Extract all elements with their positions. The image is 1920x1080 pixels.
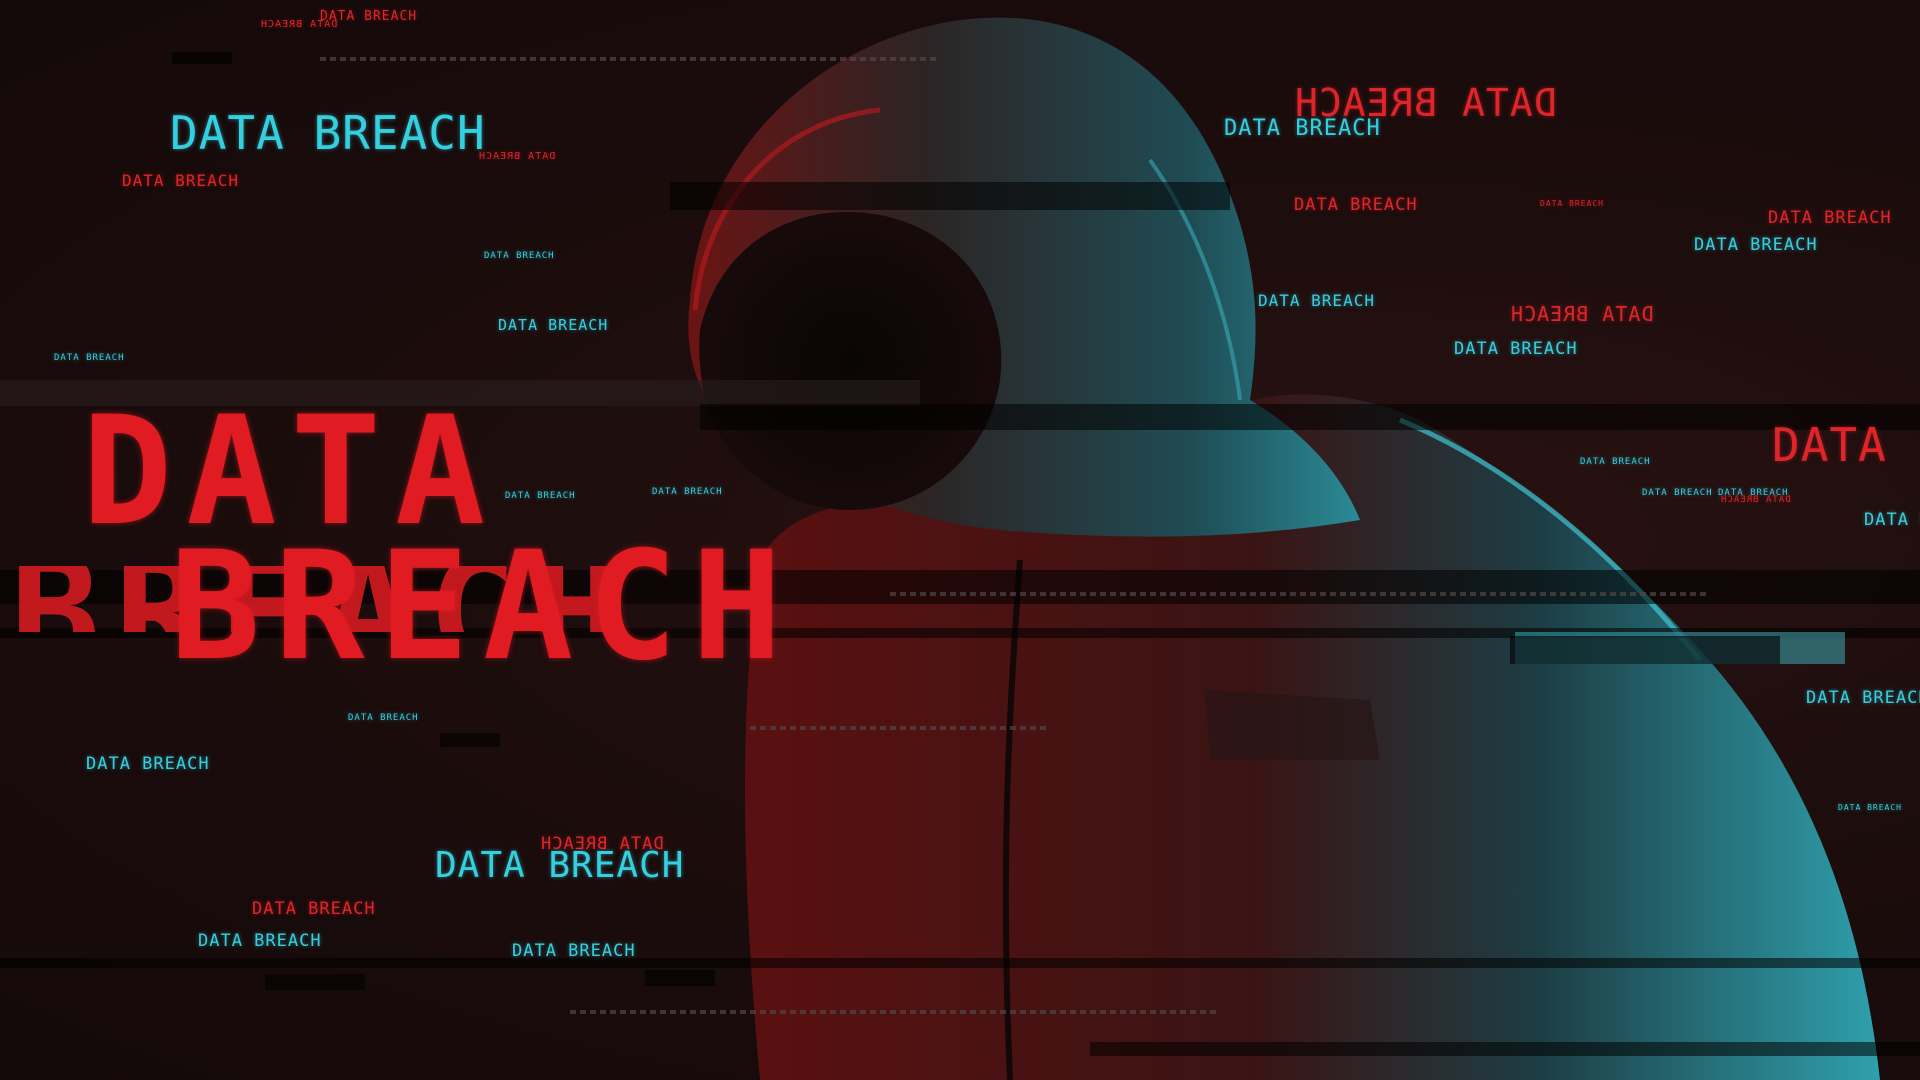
floating-label: DATA xyxy=(1772,418,1887,472)
floating-label: DATA BREACH xyxy=(170,106,486,160)
floating-label: DATA BREACH xyxy=(252,899,376,919)
floating-label: DATA BREACH xyxy=(54,353,125,363)
floating-label: DATA BREACH xyxy=(498,316,609,334)
floating-label: DATA BREACH xyxy=(505,491,576,501)
floating-label: DATA BREACH xyxy=(478,151,556,162)
glitch-bar xyxy=(1510,636,1780,664)
floating-label: DATA BREACH xyxy=(260,19,338,30)
glitch-bar xyxy=(1090,1042,1920,1056)
glitch-bar xyxy=(0,958,1920,968)
floating-label: DATA BREACH xyxy=(1580,457,1651,467)
floating-label: DATA BREACH xyxy=(86,754,210,774)
floating-label: DATA BREACH xyxy=(652,487,723,497)
glitch-dash-line xyxy=(890,592,1710,596)
glitch-dash-line xyxy=(320,57,940,61)
data-breach-scene: DATA BREACH BREACH DATA BREACH DATA BREA… xyxy=(0,0,1920,1080)
floating-label: DATA BREACH xyxy=(1454,339,1578,359)
floating-label: DATA BREACH xyxy=(1294,195,1418,215)
floating-label: DATA BREACH xyxy=(1694,235,1818,255)
glitch-dash-line xyxy=(750,726,1050,730)
glitch-bar xyxy=(440,733,500,747)
glitch-bar xyxy=(700,404,1920,430)
floating-label: DATA BREACH xyxy=(1258,291,1375,310)
glitch-dash-line xyxy=(570,1010,1220,1014)
floating-label: DATA BREACH xyxy=(1540,199,1604,208)
glitch-bar xyxy=(172,52,232,64)
floating-label: DATA BREACH xyxy=(512,941,636,961)
floating-label: DATA BREACH xyxy=(122,171,239,190)
floating-label: DATA BREACH xyxy=(1720,495,1791,505)
floating-label: DATA BREACH xyxy=(1768,208,1892,228)
floating-label: DATA BREACH xyxy=(1224,116,1381,141)
floating-label: DATA BREACH xyxy=(1642,488,1713,498)
floating-label: DATA BREACH xyxy=(1838,803,1902,812)
floating-label: DATA BREACH xyxy=(484,251,555,261)
floating-label: DATA BREACH xyxy=(1510,302,1654,326)
headline-breach-glitch: BREACH xyxy=(0,566,780,632)
floating-label: DATA BREACH xyxy=(348,713,419,723)
glitch-bar xyxy=(265,974,365,990)
floating-label: DATA BREACH xyxy=(198,931,322,951)
glitch-bar xyxy=(645,970,715,986)
headline-breach-glitch-text: BREACH xyxy=(10,566,636,632)
floating-label: DATA BREACH xyxy=(435,845,685,886)
floating-label: DATA BREACH xyxy=(1806,688,1920,708)
glitch-bar xyxy=(670,182,1230,210)
floating-label: DATA E xyxy=(1864,510,1920,530)
